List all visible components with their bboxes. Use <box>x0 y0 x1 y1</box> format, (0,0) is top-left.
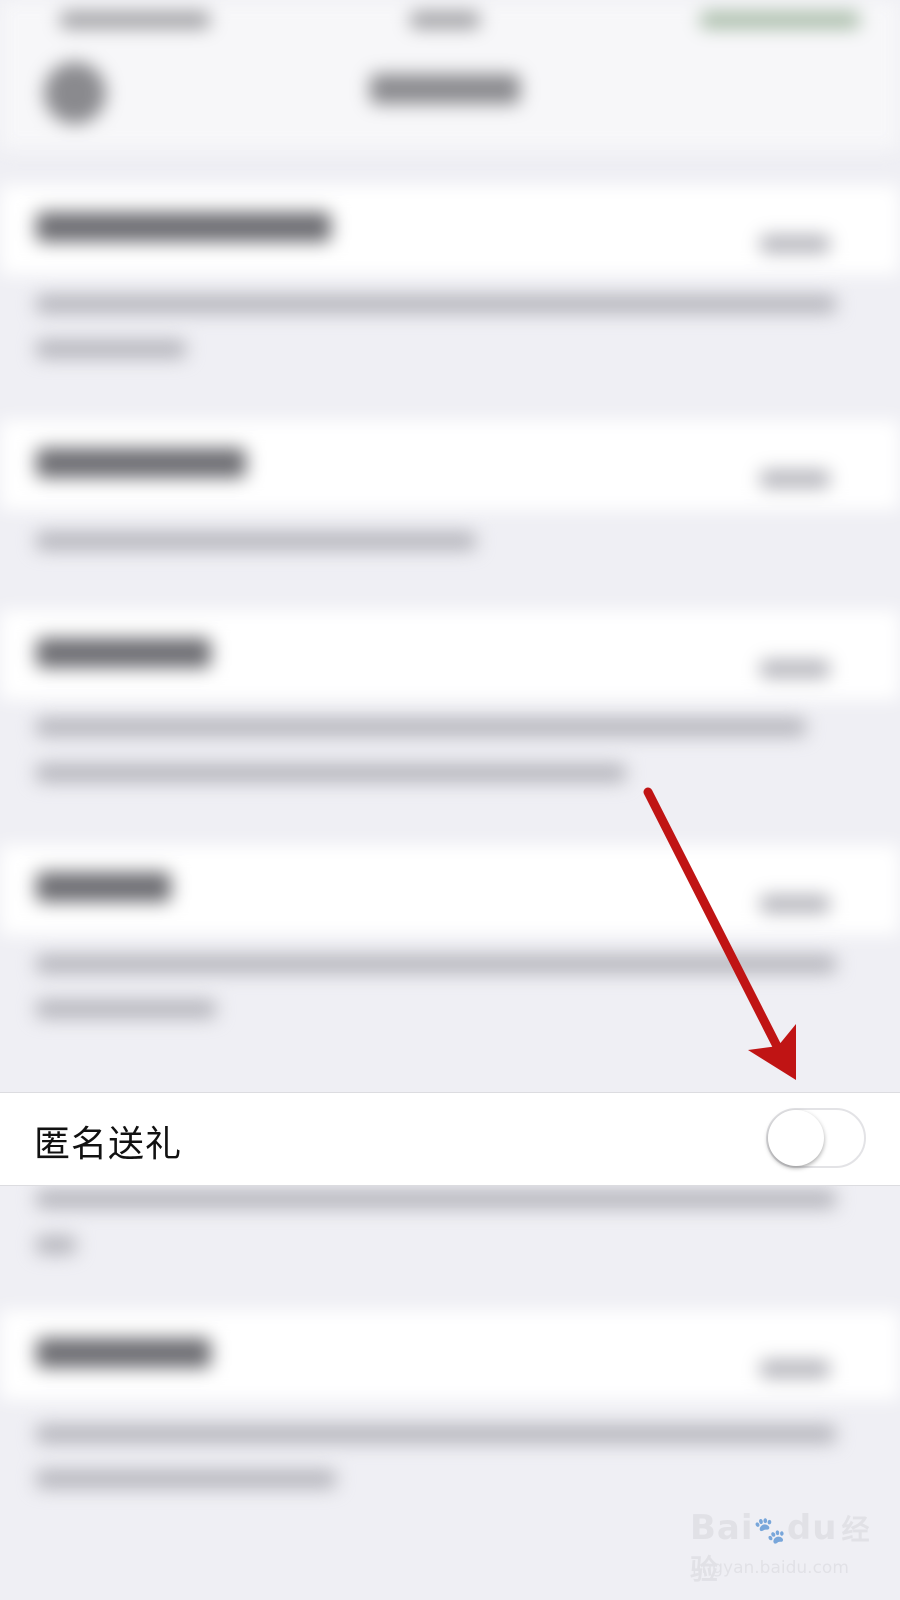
status-bar <box>0 0 900 40</box>
status-time <box>410 12 480 28</box>
blurred-description <box>36 1470 336 1488</box>
blurred-switch <box>760 1360 830 1378</box>
blurred-switch <box>760 235 830 253</box>
anonymous-gift-toggle-switch[interactable] <box>766 1108 866 1168</box>
nav-title <box>370 74 520 104</box>
status-carrier <box>60 12 210 28</box>
blurred-switch <box>760 470 830 488</box>
toggle-knob[interactable] <box>768 1110 824 1166</box>
blurred-description <box>36 1190 836 1208</box>
blurred-setting-title <box>36 448 246 478</box>
blurred-setting-title <box>36 1338 211 1368</box>
blurred-description <box>36 764 626 782</box>
setting-label: 匿名送礼 <box>34 1124 183 1165</box>
blurred-setting-title <box>36 638 211 668</box>
blurred-description <box>36 1425 836 1443</box>
watermark-url: jingyan.baidu.com <box>692 1558 849 1578</box>
blurred-description <box>36 1236 76 1254</box>
blurred-setting-title <box>36 212 331 242</box>
status-battery <box>700 12 860 28</box>
nav-bar <box>0 40 900 150</box>
blurred-setting-title <box>36 872 171 902</box>
anonymous-gift-setting-row: 匿名送礼 <box>0 1092 900 1186</box>
blurred-description <box>36 532 476 550</box>
blurred-description <box>36 340 186 358</box>
blurred-description <box>36 295 836 313</box>
blurred-description <box>36 955 836 973</box>
blurred-description <box>36 718 806 736</box>
blurred-description <box>36 1000 216 1018</box>
baidu-jingyan-watermark: Bai🐾du 经验 jingyan.baidu.com <box>690 1500 880 1590</box>
blurred-switch <box>760 895 830 913</box>
blurred-settings-background <box>0 0 900 1600</box>
back-icon[interactable] <box>44 62 106 124</box>
blurred-switch <box>760 660 830 678</box>
